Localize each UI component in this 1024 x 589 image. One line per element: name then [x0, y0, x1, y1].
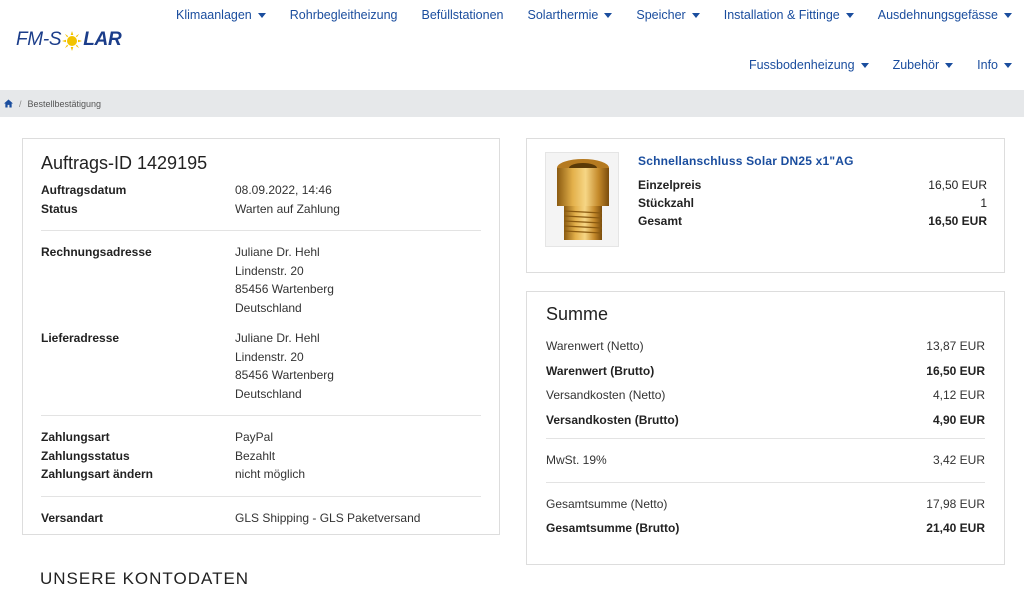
- shipping-address-value: Juliane Dr. Hehl Lindenstr. 20 85456 Warte…: [235, 331, 334, 401]
- payment-method-label: Zahlungsart: [41, 430, 110, 444]
- main-nav-row-1: Klimaanlagen Rohrbegleitheizung Befüllst…: [164, 6, 1024, 24]
- shipping-method-section: Versandart GLS Shipping - GLS Paketversan…: [41, 497, 481, 540]
- subtotal-section: Warenwert (Netto) 13,87 EUR Warenwert (Br…: [546, 334, 985, 438]
- nav-rohrbegleitheizung[interactable]: Rohrbegleitheizung: [278, 8, 410, 22]
- payment-method-value: PayPal: [235, 430, 274, 444]
- shipping-net-row: Versandkosten (Netto) 4,12 EUR: [546, 388, 985, 402]
- unit-price-value: 16,50 EUR: [928, 178, 987, 192]
- nav-fussbodenheizung[interactable]: Fussbodenheizung: [737, 58, 881, 72]
- logo-text-start: FM-S: [16, 29, 62, 50]
- nav-klimaanlagen[interactable]: Klimaanlagen: [164, 8, 278, 22]
- chevron-down-icon: [691, 12, 700, 18]
- nav-befuellstationen[interactable]: Befüllstationen: [409, 8, 515, 22]
- logo-text-end: LAR: [83, 29, 122, 50]
- vat-row: MwSt. 19% 3,42 EUR: [546, 453, 985, 467]
- quantity-row: Stückzahl 1: [638, 196, 987, 210]
- nav-speicher[interactable]: Speicher: [624, 8, 711, 22]
- order-date-label: Auftragsdatum: [41, 183, 127, 197]
- quantity-value: 1: [980, 196, 987, 210]
- order-status-value: Warten auf Zahlung: [235, 201, 340, 216]
- order-details-panel: Auftrags-ID 1429195 Auftragsdatum 08.09.2…: [22, 138, 500, 535]
- vat-section: MwSt. 19% 3,42 EUR: [546, 439, 985, 482]
- shipping-method-value: GLS Shipping - GLS Paketversand: [235, 510, 421, 525]
- nav-info[interactable]: Info: [965, 58, 1024, 72]
- payment-section: Zahlungsart PayPal Zahlungsstatus Bezahlt …: [41, 416, 481, 496]
- sun-logo-icon: [62, 31, 83, 51]
- chevron-down-icon: [1004, 62, 1012, 68]
- total-gross-row: Gesamtsumme (Brutto) 21,40 EUR: [546, 521, 985, 535]
- item-total-value: 16,50 EUR: [928, 214, 987, 228]
- nav-installation-fittinge[interactable]: Installation & Fittinge: [712, 8, 866, 22]
- main-nav-row-2: Fussbodenheizung Zubehör Info: [737, 56, 1024, 74]
- item-total-label: Gesamt: [638, 214, 683, 228]
- change-payment-label: Zahlungsart ändern: [41, 467, 154, 481]
- product-name-link[interactable]: Schnellanschluss Solar DN25 x1"AG: [638, 154, 854, 168]
- billing-address-section: Rechnungsadresse Juliane Dr. Hehl Lindens…: [41, 231, 481, 329]
- shipping-method-label: Versandart: [41, 510, 104, 525]
- unit-price-row: Einzelpreis 16,50 EUR: [638, 178, 987, 192]
- goods-net-row: Warenwert (Netto) 13,87 EUR: [546, 339, 985, 353]
- brass-fitting-icon: [557, 159, 609, 240]
- chevron-down-icon: [604, 12, 613, 18]
- chevron-down-icon: [945, 62, 954, 68]
- quantity-label: Stückzahl: [638, 196, 695, 210]
- logo[interactable]: FM-S LAR: [16, 28, 122, 52]
- grand-total-section: Gesamtsumme (Netto) 17,98 EUR Gesamtsumme…: [546, 483, 985, 547]
- shipping-address-label: Lieferadresse: [41, 331, 120, 345]
- chevron-down-icon: [1004, 12, 1012, 18]
- order-status-row: Status Warten auf Zahlung: [41, 200, 481, 219]
- site-header: FM-S LAR Klimaanlagen Rohrbegleitheizung…: [0, 0, 1024, 90]
- unit-price-label: Einzelpreis: [638, 178, 702, 192]
- summary-title: Summe: [546, 304, 609, 324]
- chevron-down-icon: [845, 12, 854, 18]
- payment-status-value: Bezahlt: [235, 448, 276, 463]
- order-status-label: Status: [41, 201, 78, 216]
- payment-status-label: Zahlungsstatus: [41, 448, 130, 463]
- order-date-row: Auftragsdatum 08.09.2022, 14:46: [41, 181, 481, 200]
- item-total-row: Gesamt 16,50 EUR: [638, 214, 987, 228]
- breadcrumb-current: Bestellbestätigung: [27, 98, 102, 109]
- change-payment-value: nicht möglich: [235, 467, 306, 481]
- billing-address-value: Juliane Dr. Hehl Lindenstr. 20 85456 Warte…: [235, 245, 334, 315]
- chevron-down-icon: [860, 62, 869, 68]
- nav-zubehoer[interactable]: Zubehör: [881, 58, 966, 72]
- nav-solarthermie[interactable]: Solarthermie: [516, 8, 625, 22]
- bank-details-heading: UNSERE KONTODATEN: [40, 569, 250, 588]
- goods-gross-row: Warenwert (Brutto) 16,50 EUR: [546, 363, 985, 378]
- summary-panel: Summe Warenwert (Netto) 13,87 EUR Warenwe…: [526, 291, 1005, 565]
- nav-ausdehnungsgefaesse[interactable]: Ausdehnungsgefässe: [866, 8, 1024, 22]
- billing-address-label: Rechnungsadresse: [41, 245, 152, 259]
- shipping-address-section: Lieferadresse Juliane Dr. Hehl Lindenstr.…: [41, 329, 481, 415]
- home-icon[interactable]: [4, 99, 13, 108]
- breadcrumb: / Bestellbestätigung: [0, 90, 1024, 117]
- total-net-row: Gesamtsumme (Netto) 17,98 EUR: [546, 496, 985, 511]
- product-image[interactable]: [545, 152, 619, 247]
- chevron-down-icon: [257, 12, 266, 18]
- breadcrumb-separator: /: [19, 98, 22, 109]
- product-panel: Schnellanschluss Solar DN25 x1"AG Einzel…: [526, 138, 1005, 273]
- order-date-value: 08.09.2022, 14:46: [235, 183, 332, 197]
- shipping-gross-row: Versandkosten (Brutto) 4,90 EUR: [546, 412, 985, 427]
- order-title: Auftrags-ID 1429195: [41, 153, 208, 173]
